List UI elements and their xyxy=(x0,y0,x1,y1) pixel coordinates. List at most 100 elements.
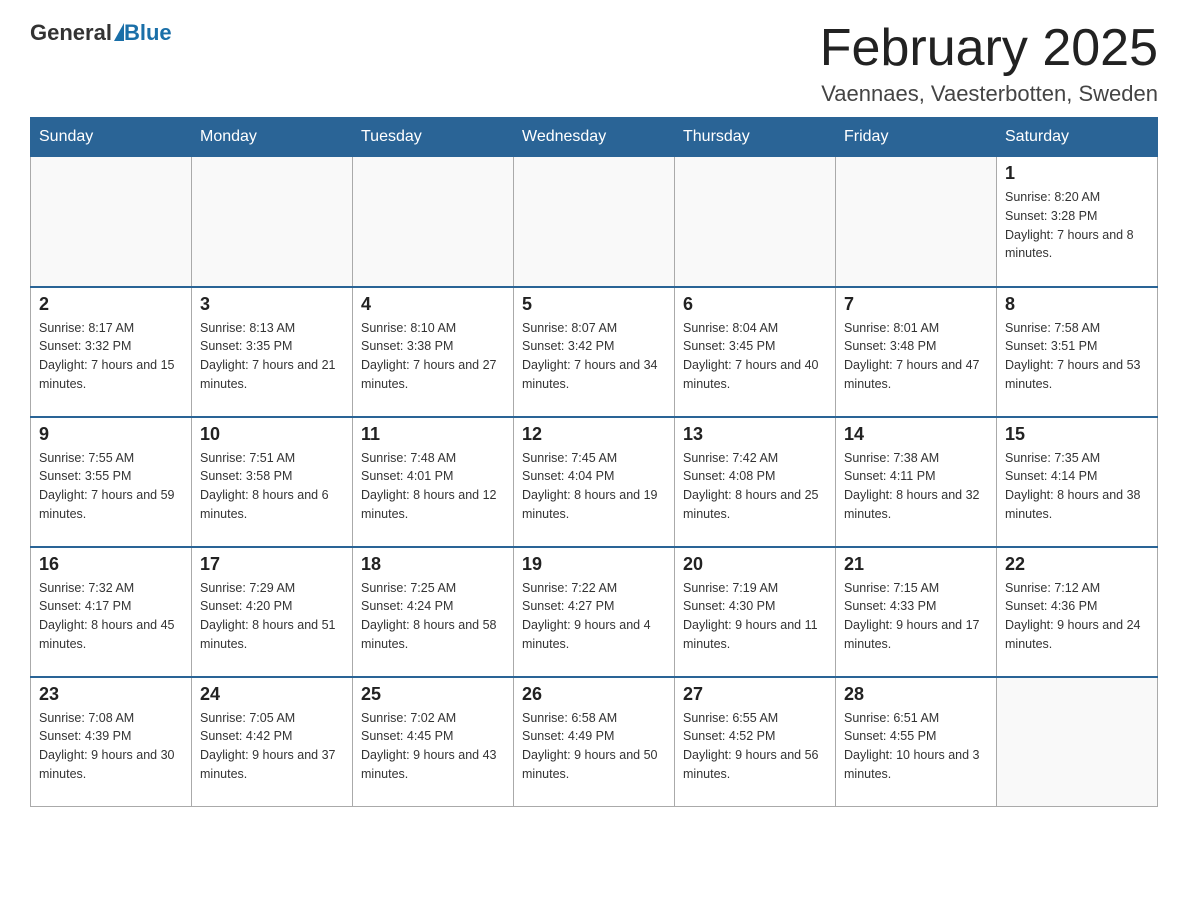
calendar-day-cell: 9 Sunrise: 7:55 AMSunset: 3:55 PMDaylight… xyxy=(31,417,192,547)
day-info: Sunrise: 8:10 AMSunset: 3:38 PMDaylight:… xyxy=(361,319,505,394)
calendar-day-cell: 3 Sunrise: 8:13 AMSunset: 3:35 PMDaylight… xyxy=(192,287,353,417)
calendar-day-cell: 5 Sunrise: 8:07 AMSunset: 3:42 PMDaylight… xyxy=(514,287,675,417)
calendar-day-cell xyxy=(192,157,353,287)
calendar-table: SundayMondayTuesdayWednesdayThursdayFrid… xyxy=(30,117,1158,807)
day-info: Sunrise: 7:25 AMSunset: 4:24 PMDaylight:… xyxy=(361,579,505,654)
calendar-day-cell: 25 Sunrise: 7:02 AMSunset: 4:45 PMDayligh… xyxy=(353,677,514,807)
calendar-day-cell: 13Sunrise: 7:42 AMSunset: 4:08 PMDayligh… xyxy=(675,417,836,547)
calendar-week-row: 16 Sunrise: 7:32 AMSunset: 4:17 PMDayligh… xyxy=(31,547,1158,677)
calendar-week-row: 1 Sunrise: 8:20 AMSunset: 3:28 PMDaylight… xyxy=(31,157,1158,287)
weekday-header-wednesday: Wednesday xyxy=(514,118,675,157)
logo-blue-text: Blue xyxy=(124,20,172,46)
page-header: General Blue February 2025 Vaennaes, Vae… xyxy=(30,20,1158,107)
day-number: 12 xyxy=(522,424,666,445)
calendar-day-cell: 27 Sunrise: 6:55 AMSunset: 4:52 PMDayligh… xyxy=(675,677,836,807)
calendar-day-cell xyxy=(675,157,836,287)
day-info: Sunrise: 7:51 AMSunset: 3:58 PMDaylight:… xyxy=(200,449,344,524)
calendar-day-cell: 8 Sunrise: 7:58 AMSunset: 3:51 PMDaylight… xyxy=(997,287,1158,417)
weekday-header-friday: Friday xyxy=(836,118,997,157)
day-number: 16 xyxy=(39,554,183,575)
day-number: 2 xyxy=(39,294,183,315)
day-number: 7 xyxy=(844,294,988,315)
calendar-day-cell xyxy=(31,157,192,287)
calendar-day-cell: 6 Sunrise: 8:04 AMSunset: 3:45 PMDaylight… xyxy=(675,287,836,417)
day-number: 6 xyxy=(683,294,827,315)
weekday-header-row: SundayMondayTuesdayWednesdayThursdayFrid… xyxy=(31,118,1158,157)
day-info: Sunrise: 7:08 AMSunset: 4:39 PMDaylight:… xyxy=(39,709,183,784)
day-number: 19 xyxy=(522,554,666,575)
day-info: Sunrise: 7:12 AMSunset: 4:36 PMDaylight:… xyxy=(1005,579,1149,654)
day-info: Sunrise: 8:07 AMSunset: 3:42 PMDaylight:… xyxy=(522,319,666,394)
day-number: 11 xyxy=(361,424,505,445)
day-number: 5 xyxy=(522,294,666,315)
day-info: Sunrise: 7:42 AMSunset: 4:08 PMDaylight:… xyxy=(683,449,827,524)
calendar-day-cell: 10Sunrise: 7:51 AMSunset: 3:58 PMDayligh… xyxy=(192,417,353,547)
calendar-day-cell: 26Sunrise: 6:58 AMSunset: 4:49 PMDayligh… xyxy=(514,677,675,807)
month-title: February 2025 xyxy=(820,20,1158,77)
calendar-day-cell xyxy=(353,157,514,287)
calendar-day-cell xyxy=(514,157,675,287)
calendar-week-row: 9 Sunrise: 7:55 AMSunset: 3:55 PMDaylight… xyxy=(31,417,1158,547)
day-info: Sunrise: 7:55 AMSunset: 3:55 PMDaylight:… xyxy=(39,449,183,524)
day-number: 3 xyxy=(200,294,344,315)
calendar-day-cell: 17 Sunrise: 7:29 AMSunset: 4:20 PMDayligh… xyxy=(192,547,353,677)
day-info: Sunrise: 7:02 AMSunset: 4:45 PMDaylight:… xyxy=(361,709,505,784)
day-info: Sunrise: 7:05 AMSunset: 4:42 PMDaylight:… xyxy=(200,709,344,784)
logo-triangle-icon xyxy=(114,23,124,41)
day-info: Sunrise: 7:29 AMSunset: 4:20 PMDaylight:… xyxy=(200,579,344,654)
day-number: 17 xyxy=(200,554,344,575)
weekday-header-monday: Monday xyxy=(192,118,353,157)
logo-general-text: General xyxy=(30,20,112,46)
weekday-header-sunday: Sunday xyxy=(31,118,192,157)
day-number: 21 xyxy=(844,554,988,575)
calendar-day-cell: 23 Sunrise: 7:08 AMSunset: 4:39 PMDayligh… xyxy=(31,677,192,807)
weekday-header-saturday: Saturday xyxy=(997,118,1158,157)
day-number: 25 xyxy=(361,684,505,705)
day-info: Sunrise: 8:01 AMSunset: 3:48 PMDaylight:… xyxy=(844,319,988,394)
day-info: Sunrise: 6:58 AMSunset: 4:49 PMDaylight:… xyxy=(522,709,666,784)
day-number: 27 xyxy=(683,684,827,705)
calendar-day-cell: 24Sunrise: 7:05 AMSunset: 4:42 PMDayligh… xyxy=(192,677,353,807)
calendar-day-cell: 11Sunrise: 7:48 AMSunset: 4:01 PMDayligh… xyxy=(353,417,514,547)
day-info: Sunrise: 7:38 AMSunset: 4:11 PMDaylight:… xyxy=(844,449,988,524)
day-info: Sunrise: 7:22 AMSunset: 4:27 PMDaylight:… xyxy=(522,579,666,654)
day-info: Sunrise: 8:13 AMSunset: 3:35 PMDaylight:… xyxy=(200,319,344,394)
calendar-week-row: 2 Sunrise: 8:17 AMSunset: 3:32 PMDaylight… xyxy=(31,287,1158,417)
location-title: Vaennaes, Vaesterbotten, Sweden xyxy=(820,81,1158,107)
day-number: 28 xyxy=(844,684,988,705)
weekday-header-thursday: Thursday xyxy=(675,118,836,157)
day-info: Sunrise: 7:35 AMSunset: 4:14 PMDaylight:… xyxy=(1005,449,1149,524)
calendar-day-cell: 18Sunrise: 7:25 AMSunset: 4:24 PMDayligh… xyxy=(353,547,514,677)
day-number: 4 xyxy=(361,294,505,315)
calendar-day-cell: 1 Sunrise: 8:20 AMSunset: 3:28 PMDaylight… xyxy=(997,157,1158,287)
day-number: 22 xyxy=(1005,554,1149,575)
day-number: 14 xyxy=(844,424,988,445)
day-number: 1 xyxy=(1005,163,1149,184)
day-number: 9 xyxy=(39,424,183,445)
day-info: Sunrise: 7:32 AMSunset: 4:17 PMDaylight:… xyxy=(39,579,183,654)
calendar-day-cell: 22 Sunrise: 7:12 AMSunset: 4:36 PMDayligh… xyxy=(997,547,1158,677)
calendar-day-cell: 2 Sunrise: 8:17 AMSunset: 3:32 PMDaylight… xyxy=(31,287,192,417)
weekday-header-tuesday: Tuesday xyxy=(353,118,514,157)
calendar-day-cell: 21 Sunrise: 7:15 AMSunset: 4:33 PMDayligh… xyxy=(836,547,997,677)
day-info: Sunrise: 7:15 AMSunset: 4:33 PMDaylight:… xyxy=(844,579,988,654)
calendar-day-cell: 19 Sunrise: 7:22 AMSunset: 4:27 PMDayligh… xyxy=(514,547,675,677)
day-info: Sunrise: 6:51 AMSunset: 4:55 PMDaylight:… xyxy=(844,709,988,784)
day-number: 8 xyxy=(1005,294,1149,315)
day-info: Sunrise: 8:17 AMSunset: 3:32 PMDaylight:… xyxy=(39,319,183,394)
calendar-day-cell: 4 Sunrise: 8:10 AMSunset: 3:38 PMDaylight… xyxy=(353,287,514,417)
logo: General Blue xyxy=(30,20,172,46)
calendar-day-cell xyxy=(997,677,1158,807)
day-info: Sunrise: 7:58 AMSunset: 3:51 PMDaylight:… xyxy=(1005,319,1149,394)
day-info: Sunrise: 6:55 AMSunset: 4:52 PMDaylight:… xyxy=(683,709,827,784)
calendar-day-cell xyxy=(836,157,997,287)
calendar-day-cell: 15 Sunrise: 7:35 AMSunset: 4:14 PMDayligh… xyxy=(997,417,1158,547)
day-info: Sunrise: 8:20 AMSunset: 3:28 PMDaylight:… xyxy=(1005,188,1149,263)
day-number: 15 xyxy=(1005,424,1149,445)
day-info: Sunrise: 7:45 AMSunset: 4:04 PMDaylight:… xyxy=(522,449,666,524)
day-number: 23 xyxy=(39,684,183,705)
calendar-day-cell: 20Sunrise: 7:19 AMSunset: 4:30 PMDayligh… xyxy=(675,547,836,677)
day-info: Sunrise: 8:04 AMSunset: 3:45 PMDaylight:… xyxy=(683,319,827,394)
calendar-day-cell: 16 Sunrise: 7:32 AMSunset: 4:17 PMDayligh… xyxy=(31,547,192,677)
calendar-day-cell: 7 Sunrise: 8:01 AMSunset: 3:48 PMDaylight… xyxy=(836,287,997,417)
